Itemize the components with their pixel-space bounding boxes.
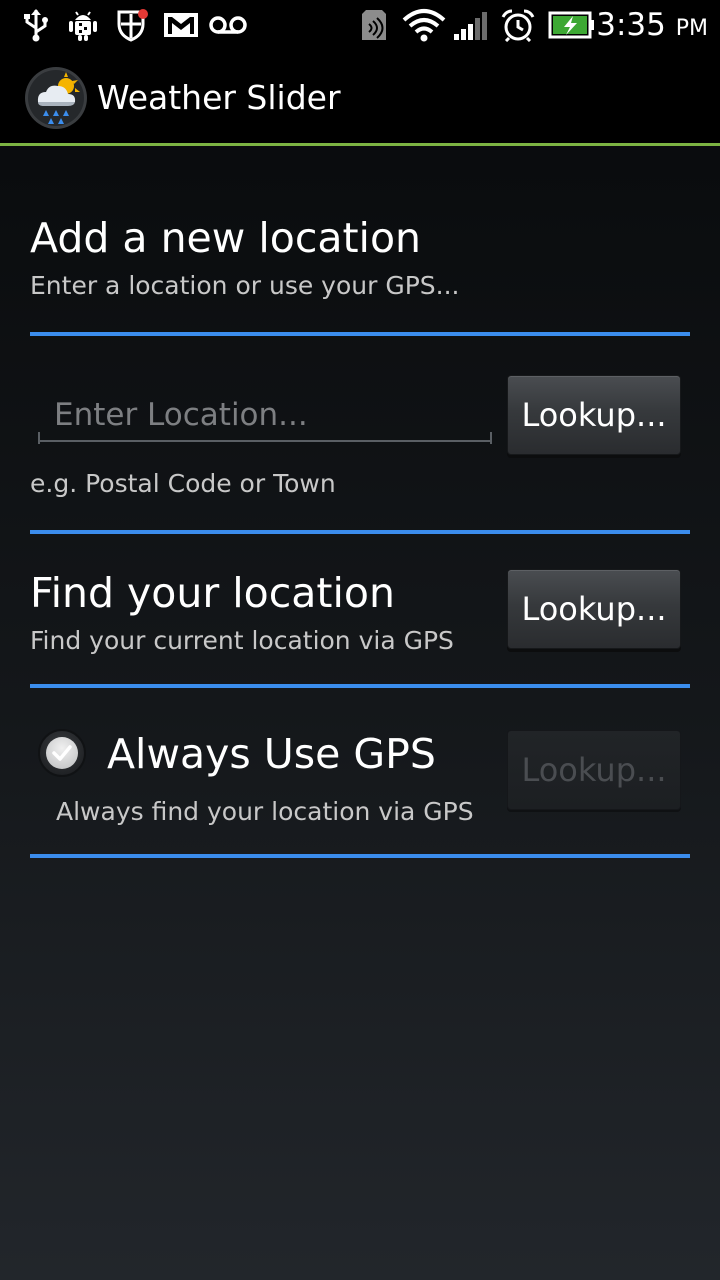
status-bar: 3:35 PM: [0, 0, 720, 50]
lookup-always-gps-button[interactable]: Lookup...: [507, 730, 681, 810]
add-location-subtitle: Enter a location or use your GPS...: [30, 271, 460, 300]
check-icon: [52, 745, 72, 761]
lookup-location-button[interactable]: Lookup...: [507, 375, 681, 455]
app-screen: 3:35 PM Weather Slider Add a new locatio…: [0, 0, 720, 1280]
voicemail-icon: [209, 16, 247, 34]
find-location-subtitle: Find your current location via GPS: [30, 626, 454, 655]
alarm-icon: [501, 9, 535, 42]
action-bar-divider: [0, 143, 720, 146]
location-input[interactable]: [38, 390, 492, 442]
checkbox-fill: [46, 737, 78, 769]
always-gps-title: Always Use GPS: [107, 730, 436, 778]
section-divider: [30, 684, 690, 688]
section-divider: [30, 854, 690, 858]
section-divider: [30, 530, 690, 534]
gmail-icon: [164, 13, 198, 37]
always-gps-checkbox[interactable]: [38, 729, 86, 777]
android-debug-icon: [69, 11, 97, 41]
app-title: Weather Slider: [97, 78, 341, 117]
input-underline-right: [490, 432, 492, 444]
add-location-title: Add a new location: [30, 214, 422, 262]
section-divider: [30, 332, 690, 336]
action-bar: Weather Slider: [0, 50, 720, 143]
weather-app-icon[interactable]: [24, 66, 88, 130]
shield-icon: [117, 9, 148, 42]
input-underline-left: [38, 432, 40, 444]
always-gps-subtitle: Always find your location via GPS: [56, 797, 474, 826]
usb-icon: [24, 9, 48, 42]
lookup-gps-button[interactable]: Lookup...: [507, 569, 681, 649]
nfc-icon: [362, 10, 386, 40]
battery-charging-icon: [548, 11, 594, 39]
find-location-title: Find your location: [30, 569, 395, 617]
status-clock: 3:35 PM: [596, 7, 708, 43]
signal-icon: [454, 12, 487, 40]
location-hint: e.g. Postal Code or Town: [30, 469, 336, 498]
wifi-icon: [402, 9, 446, 42]
